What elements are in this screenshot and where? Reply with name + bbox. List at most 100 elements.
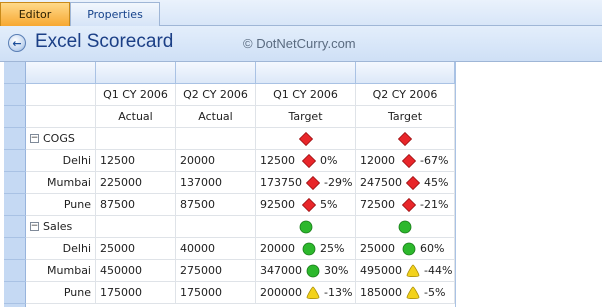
column-header-blank: [356, 62, 455, 84]
target-kpi-cell: 20000 25%: [256, 238, 356, 260]
row-label: Pune: [63, 198, 91, 211]
target-value: 347000: [260, 264, 302, 277]
red-diamond-icon: [302, 197, 316, 212]
row-label-cell: Delhi: [26, 150, 96, 172]
target-kpi-cell: 347000 30%: [256, 260, 356, 282]
target-kpi-cell: 92500 5%: [256, 194, 356, 216]
red-diamond-icon: [302, 153, 316, 168]
variance-percent: -5%: [424, 286, 446, 299]
group-blank-cell: [176, 216, 256, 238]
row-label-cell: Pune: [26, 194, 96, 216]
scorecard-grid: Q1 CY 2006 Actual Q2 CY 2006 Actual Q1 CY 20…: [0, 62, 602, 307]
actual-cell: 137000: [176, 172, 256, 194]
variance-percent: -21%: [420, 198, 449, 211]
target-value: 200000: [260, 286, 302, 299]
target-kpi-cell: 12500 0%: [256, 150, 356, 172]
tab-properties[interactable]: Properties: [70, 2, 160, 26]
actual-cell: 25000: [96, 238, 176, 260]
collapse-toggle[interactable]: −: [30, 222, 39, 231]
actual-value: 175000: [180, 286, 222, 299]
column-period-header: Q2 CY 2006: [356, 84, 455, 106]
target-kpi-cell: 173750 -29%: [256, 172, 356, 194]
target-kpi-cell: 247500 45%: [356, 172, 455, 194]
variance-percent: -13%: [324, 286, 353, 299]
variance-percent: -29%: [324, 176, 353, 189]
row-header-divider: [4, 171, 26, 172]
target-value: 72500: [360, 198, 395, 211]
group-status-cell: [256, 128, 356, 150]
target-value: 20000: [260, 242, 295, 255]
column-period-label: Q2 CY 2006: [372, 88, 438, 101]
column-period-header: Q1 CY 2006: [256, 84, 356, 106]
target-value: 25000: [360, 242, 395, 255]
group-blank-cell: [96, 216, 176, 238]
group-status-cell: [256, 216, 356, 238]
collapse-toggle[interactable]: −: [30, 134, 39, 143]
target-value: 185000: [360, 286, 402, 299]
yellow-triangle-icon: [306, 286, 320, 299]
row-label: Mumbai: [47, 176, 91, 189]
column-kind-label: Target: [288, 110, 323, 123]
group-blank-cell: [96, 128, 176, 150]
group-blank-cell: [176, 128, 256, 150]
target-kpi-cell: 72500 -21%: [356, 194, 455, 216]
row-label: Pune: [63, 286, 91, 299]
row-label-cell: Delhi: [26, 238, 96, 260]
column-period-label: Q1 CY 2006: [273, 88, 338, 101]
column-kind-header: Target: [356, 106, 455, 128]
column-header-blank: [176, 62, 256, 84]
group-label: Sales: [43, 220, 73, 233]
column-header-blank: [96, 62, 176, 84]
row-label: Mumbai: [47, 264, 91, 277]
row-header-divider: [4, 193, 26, 194]
back-arrow-icon: ←: [12, 36, 22, 50]
row-header-strip: [4, 62, 26, 307]
target-value: 12500: [260, 154, 295, 167]
group-row-label: − COGS: [26, 128, 96, 150]
green-circle-icon: [306, 264, 320, 277]
group-status-cell: [356, 216, 455, 238]
actual-value: 450000: [100, 264, 142, 277]
row-label-cell: Pune: [26, 282, 96, 304]
row-header-divider: [4, 215, 26, 216]
header-blank-cell: [26, 84, 96, 106]
target-kpi-cell: 185000 -5%: [356, 282, 455, 304]
actual-value: 87500: [180, 198, 215, 211]
red-diamond-icon: [402, 153, 416, 168]
column-kind-header: Actual: [176, 106, 256, 128]
actual-cell: 175000: [176, 282, 256, 304]
target-value: 92500: [260, 198, 295, 211]
target-kpi-cell: 12000 -67%: [356, 150, 455, 172]
actual-value: 225000: [100, 176, 142, 189]
row-label: Delhi: [62, 242, 91, 255]
variance-percent: 5%: [320, 198, 338, 211]
actual-cell: 450000: [96, 260, 176, 282]
tab-editor[interactable]: Editor: [0, 2, 70, 26]
actual-value: 137000: [180, 176, 222, 189]
red-diamond-icon: [398, 131, 412, 146]
group-status-cell: [356, 128, 455, 150]
red-diamond-icon: [406, 175, 420, 190]
empty-area: [455, 62, 602, 307]
actual-cell: 87500: [96, 194, 176, 216]
target-value: 495000: [360, 264, 402, 277]
green-circle-icon: [299, 220, 312, 233]
actual-cell: 175000: [96, 282, 176, 304]
actual-value: 175000: [100, 286, 142, 299]
row-label-cell: Mumbai: [26, 260, 96, 282]
yellow-triangle-icon: [406, 286, 420, 299]
target-kpi-cell: 25000 60%: [356, 238, 455, 260]
row-header-divider: [4, 149, 26, 150]
back-button[interactable]: ←: [8, 34, 26, 52]
row-header-divider: [4, 83, 26, 84]
target-value: 247500: [360, 176, 402, 189]
row-header-divider: [4, 303, 26, 304]
watermark: © DotNetCurry.com: [243, 36, 356, 51]
target-kpi-cell: 495000 -44%: [356, 260, 455, 282]
row-label: Delhi: [62, 154, 91, 167]
target-value: 173750: [260, 176, 302, 189]
group-row-label: − Sales: [26, 216, 96, 238]
variance-percent: 60%: [420, 242, 445, 255]
row-header-divider: [4, 259, 26, 260]
column-kind-label: Actual: [198, 110, 233, 123]
